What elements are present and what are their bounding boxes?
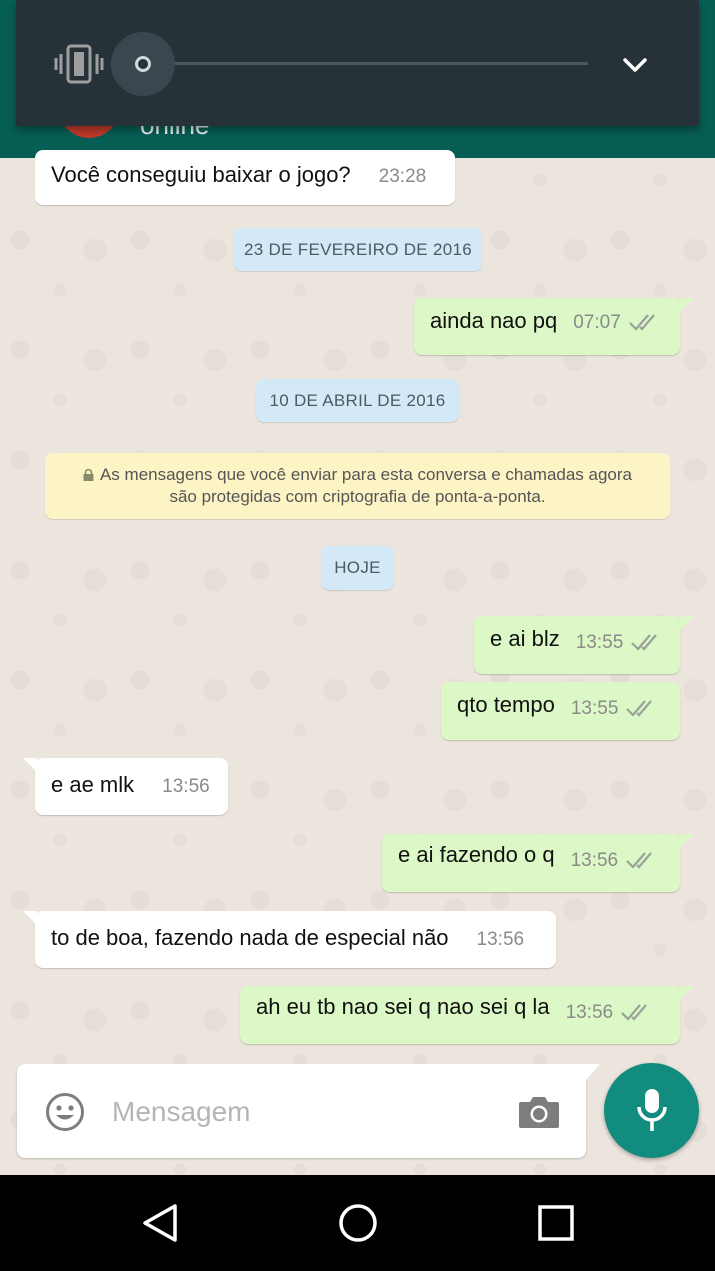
date-separator: 23 DE FEVEREIRO DE 2016 [234, 228, 482, 271]
encryption-notice-line2: são protegidas com criptografia de ponta… [169, 487, 546, 506]
volume-panel [16, 0, 699, 126]
message-outgoing[interactable]: ah eu tb nao sei q nao sei q la 13:56 [240, 986, 694, 1044]
date-separator: 10 DE ABRIL DE 2016 [256, 379, 459, 422]
message-incoming[interactable]: e ae mlk 13:56 [23, 758, 228, 815]
system-navigation-bar [0, 1175, 715, 1271]
date-separator: HOJE [321, 546, 394, 590]
message-time: 13:55 [570, 698, 619, 719]
message-time: 13:56 [162, 776, 210, 797]
message-text: e ai blz [490, 626, 560, 651]
recents-icon[interactable] [537, 1204, 575, 1242]
message-outgoing[interactable]: qto tempo 13:55 [441, 682, 680, 740]
double-check-icon [631, 634, 658, 651]
message-text: Você conseguiu baixar o jogo? [51, 162, 351, 187]
double-check-icon [626, 700, 653, 717]
message-composer [17, 1064, 600, 1158]
message-text: qto tempo [457, 692, 555, 717]
message-text: e ai fazendo o q [398, 842, 555, 867]
chevron-down-icon[interactable] [622, 52, 648, 76]
message-incoming[interactable]: Você conseguiu baixar o jogo? 23:28 [35, 150, 455, 205]
home-icon[interactable] [337, 1202, 379, 1244]
message-text: to de boa, fazendo nada de especial não [51, 925, 449, 950]
back-icon[interactable] [140, 1202, 180, 1244]
voice-record-button[interactable] [604, 1063, 699, 1158]
double-check-icon [621, 1004, 647, 1021]
message-outgoing[interactable]: ainda nao pq 07:07 [414, 298, 694, 355]
message-time: 13:56 [565, 1002, 614, 1023]
message-text: ainda nao pq [430, 308, 558, 333]
message-input[interactable] [112, 1094, 492, 1130]
message-outgoing[interactable]: e ai fazendo o q 13:56 [382, 834, 694, 892]
camera-icon[interactable] [517, 1094, 561, 1130]
message-time: 13:56 [476, 929, 525, 950]
mic-icon [637, 1089, 667, 1131]
encryption-notice-line1: As mensagens que você enviar para esta c… [99, 465, 633, 484]
emoji-icon[interactable] [45, 1092, 85, 1132]
message-incoming[interactable]: to de boa, fazendo nada de especial não … [23, 911, 556, 968]
lock-icon [83, 469, 94, 481]
message-time: 07:07 [573, 312, 621, 333]
message-time: 23:28 [378, 166, 427, 187]
message-text: e ae mlk [51, 772, 135, 797]
message-time: 13:56 [570, 850, 619, 871]
volume-slider-thumb[interactable] [135, 56, 151, 72]
encryption-notice[interactable]: As mensagens que você enviar para esta c… [45, 453, 670, 519]
vibrate-icon[interactable] [54, 44, 104, 84]
double-check-icon [629, 314, 655, 331]
message-outgoing[interactable]: e ai blz 13:55 [474, 616, 694, 674]
volume-slider-track[interactable] [174, 62, 588, 65]
message-text: ah eu tb nao sei q nao sei q la [256, 994, 550, 1019]
message-time: 13:55 [575, 632, 624, 653]
double-check-icon [626, 852, 652, 869]
